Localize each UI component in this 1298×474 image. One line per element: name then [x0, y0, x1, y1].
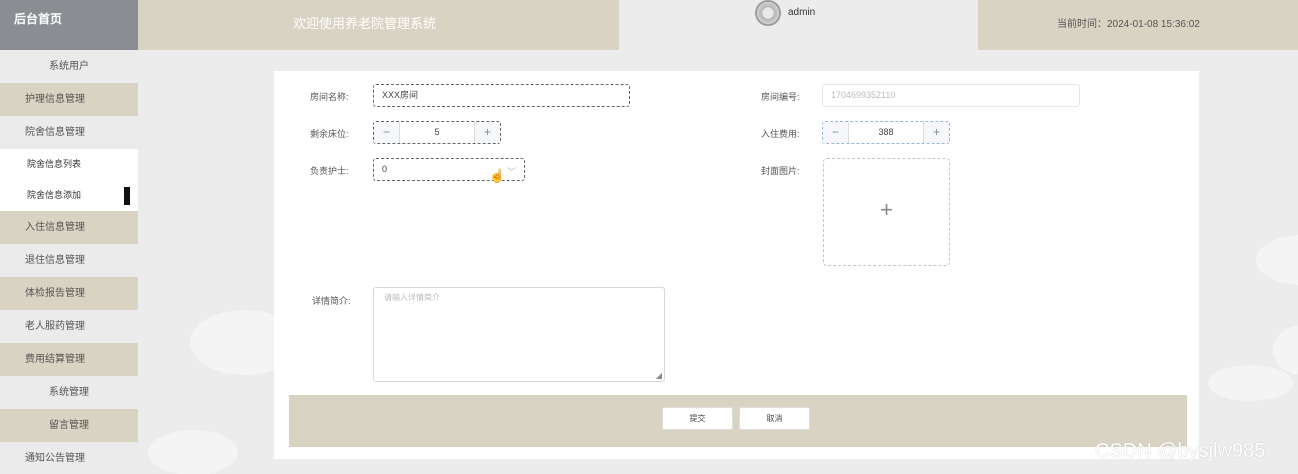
submit-button[interactable]: 提交 [662, 407, 733, 430]
detail-label: 详情简介: [312, 296, 351, 306]
fee-decrease-button[interactable]: − [823, 122, 849, 143]
brand-home[interactable]: 后台首页 [0, 0, 138, 50]
nurse-select-value: 0 [382, 164, 388, 174]
top-header: 后台首页 欢迎使用养老院管理系统 admin 当前时间：2024-01-08 1… [0, 0, 1298, 50]
room-name-label: 房间名称: [310, 92, 349, 102]
sidebar-item-billing[interactable]: 费用结算管理 [0, 343, 138, 376]
avatar[interactable] [755, 0, 781, 26]
cover-label: 封面图片: [761, 166, 800, 176]
cover-upload[interactable]: + [823, 158, 950, 266]
sidebar-subitem-room-add[interactable]: 院舍信息添加 [0, 180, 138, 211]
nurse-label: 负责护士: [310, 166, 349, 176]
sidebar-item-checkout[interactable]: 退住信息管理 [0, 244, 138, 277]
fee-stepper[interactable]: − 388 + [822, 121, 950, 144]
sidebar-item-notices[interactable]: 通知公告管理 [0, 442, 138, 474]
sidebar-item-checkin[interactable]: 入住信息管理 [0, 211, 138, 244]
sidebar-item-messages[interactable]: 留言管理 [0, 409, 138, 442]
room-no-input[interactable]: 1704699352110 [822, 84, 1080, 107]
watermark: CSDN @bysjlw985 [1095, 440, 1266, 462]
detail-placeholder: 请输入详情简介 [384, 293, 440, 302]
sidebar-item-checkup[interactable]: 体检报告管理 [0, 277, 138, 310]
user-area: admin [619, 0, 978, 50]
background-bubble [1256, 235, 1298, 285]
beds-stepper[interactable]: − 5 + [373, 121, 501, 144]
sidebar-subitem-label: 院舍信息添加 [27, 190, 82, 200]
beds-decrease-button[interactable]: − [374, 122, 400, 143]
background-bubble [1273, 325, 1298, 375]
beds-value[interactable]: 5 [400, 122, 474, 143]
fee-label: 入住费用: [761, 129, 800, 139]
background-bubble [148, 430, 238, 474]
beds-increase-button[interactable]: + [474, 122, 500, 143]
system-title: 欢迎使用养老院管理系统 [138, 0, 619, 50]
detail-textarea[interactable]: 请输入详情简介 ◢ [373, 287, 665, 382]
chevron-down-icon: ﹀ [506, 167, 516, 177]
current-time: 当前时间：2024-01-08 15:36:02 [978, 0, 1298, 50]
plus-icon: + [880, 197, 893, 222]
resize-handle-icon[interactable]: ◢ [656, 371, 662, 380]
sidebar-item-system[interactable]: 系统管理 [0, 376, 138, 409]
form-actions: 提交 取消 [289, 395, 1187, 447]
sidebar-item-system-users[interactable]: 系统用户 [0, 50, 138, 83]
fee-increase-button[interactable]: + [923, 122, 949, 143]
sidebar: 系统用户 护理信息管理 院舍信息管理 院舍信息列表 院舍信息添加 入住信息管理 … [0, 50, 138, 474]
room-add-form: 房间名称: XXX房间 房间编号: 1704699352110 剩余床位: − … [274, 71, 1199, 459]
active-indicator [124, 187, 130, 205]
beds-label: 剩余床位: [310, 129, 349, 139]
hand-cursor-icon: ☝ [489, 168, 506, 183]
sidebar-item-rooms[interactable]: 院舍信息管理 [0, 116, 138, 149]
sidebar-item-medication[interactable]: 老人服药管理 [0, 310, 138, 343]
sidebar-subitem-room-list[interactable]: 院舍信息列表 [0, 149, 138, 180]
background-bubble [1208, 365, 1293, 401]
username[interactable]: admin [788, 7, 815, 18]
cancel-button[interactable]: 取消 [739, 407, 810, 430]
main-content: 房间名称: XXX房间 房间编号: 1704699352110 剩余床位: − … [138, 50, 1298, 474]
room-name-input[interactable]: XXX房间 [373, 84, 630, 107]
sidebar-item-nursing[interactable]: 护理信息管理 [0, 83, 138, 116]
room-no-label: 房间编号: [761, 92, 800, 102]
fee-value[interactable]: 388 [849, 122, 923, 143]
